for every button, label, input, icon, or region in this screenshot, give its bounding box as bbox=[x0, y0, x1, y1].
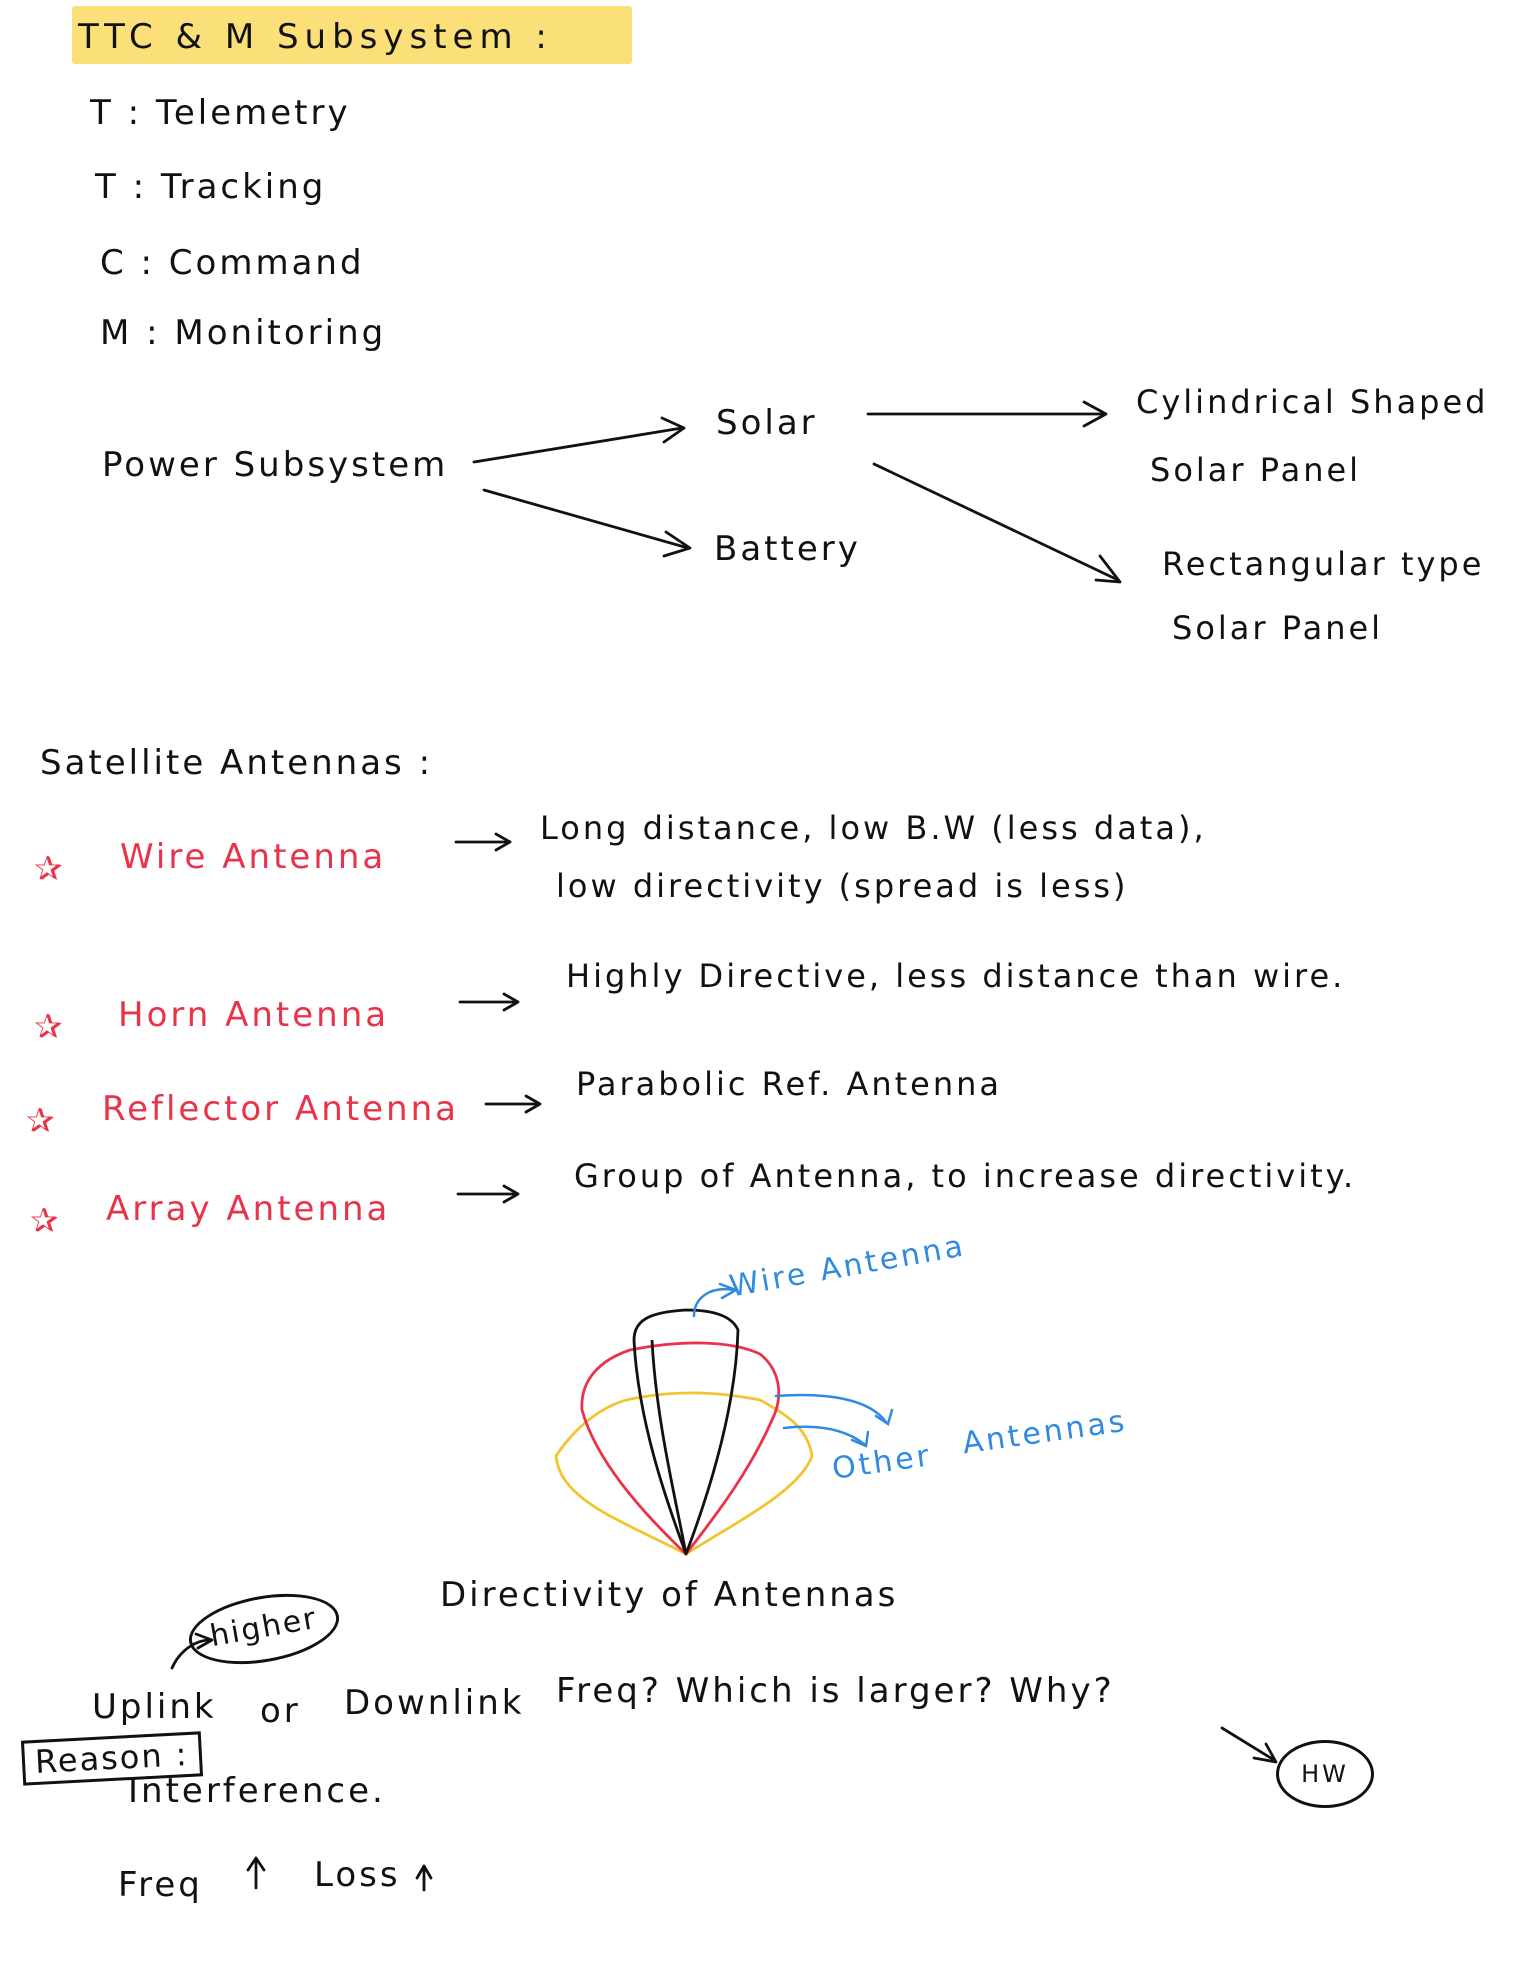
arrow-right-icon bbox=[774, 1393, 888, 1424]
arrow-right-icon bbox=[472, 426, 684, 464]
arrow-right-icon bbox=[482, 488, 690, 550]
diagram-svg bbox=[170, 400, 1278, 1892]
arrow-right-icon bbox=[782, 1425, 866, 1446]
arrow-right-icon bbox=[872, 462, 1120, 582]
